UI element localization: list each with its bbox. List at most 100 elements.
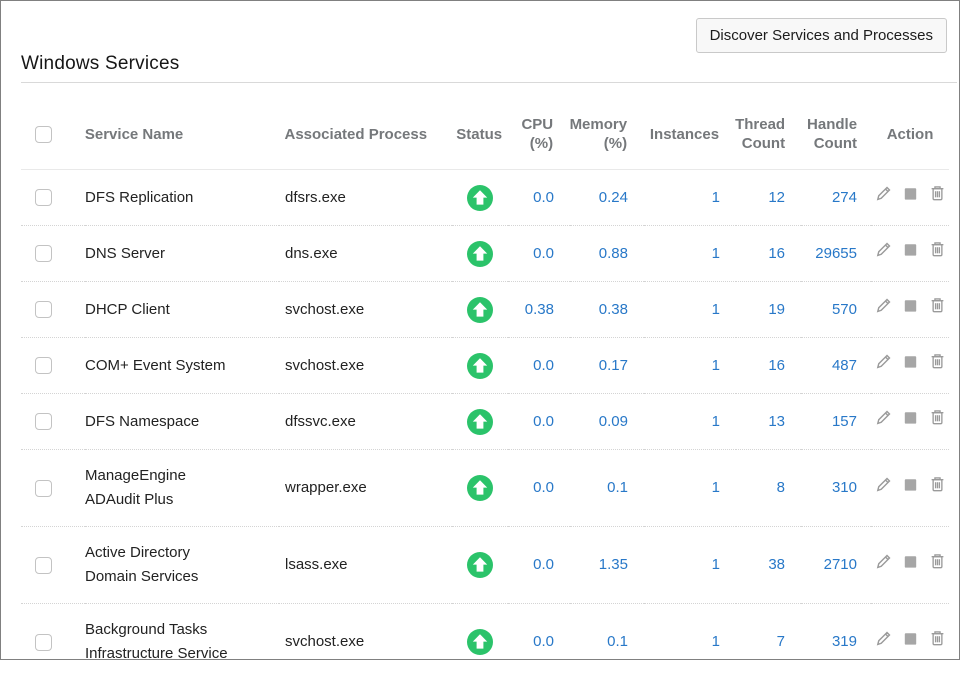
memory-value: 0.38 — [570, 282, 644, 338]
status-cell — [452, 527, 508, 604]
handle-count-value: 2710 — [801, 527, 871, 604]
status-cell — [452, 170, 508, 226]
handle-count-value: 319 — [801, 604, 871, 680]
row-actions — [874, 475, 947, 494]
status-up-arrow-icon — [467, 185, 493, 211]
associated-process-cell: lsass.exe — [279, 527, 452, 604]
status-cell — [452, 450, 508, 527]
cpu-value: 0.0 — [508, 338, 570, 394]
thread-count-value: 13 — [736, 394, 801, 450]
delete-trash-icon[interactable] — [928, 184, 947, 203]
handle-count-value: 487 — [801, 338, 871, 394]
table-row: DNS Server dns.exe 0.0 0.88 1 16 29655 — [21, 226, 949, 282]
memory-value: 0.09 — [570, 394, 644, 450]
select-all-checkbox[interactable] — [35, 126, 52, 143]
row-checkbox[interactable] — [35, 301, 52, 318]
page-title: Windows Services — [21, 53, 179, 75]
edit-pencil-icon[interactable] — [874, 240, 893, 259]
handle-count-value: 29655 — [801, 226, 871, 282]
table-row: DHCP Client svchost.exe 0.38 0.38 1 19 5… — [21, 282, 949, 338]
cpu-value: 0.0 — [508, 527, 570, 604]
thread-count-value: 16 — [736, 338, 801, 394]
column-header-associated-process: Associated Process — [279, 99, 452, 170]
instances-value: 1 — [644, 226, 736, 282]
table-row: COM+ Event System svchost.exe 0.0 0.17 1… — [21, 338, 949, 394]
service-name-cell: ManageEngine ADAudit Plus — [85, 450, 279, 527]
row-checkbox[interactable] — [35, 189, 52, 206]
delete-trash-icon[interactable] — [928, 408, 947, 427]
row-checkbox[interactable] — [35, 245, 52, 262]
cpu-value: 0.38 — [508, 282, 570, 338]
row-checkbox[interactable] — [35, 357, 52, 374]
handle-count-value: 570 — [801, 282, 871, 338]
stop-square-icon[interactable] — [901, 408, 920, 427]
status-up-arrow-icon — [467, 552, 493, 578]
column-header-cpu: CPU (%) — [507, 99, 569, 170]
associated-process-cell: dfssvc.exe — [279, 394, 452, 450]
stop-square-icon[interactable] — [901, 240, 920, 259]
instances-value: 1 — [644, 282, 736, 338]
status-up-arrow-icon — [467, 409, 493, 435]
stop-square-icon[interactable] — [901, 552, 920, 571]
row-checkbox[interactable] — [35, 413, 52, 430]
stop-square-icon[interactable] — [901, 296, 920, 315]
memory-value: 0.24 — [570, 170, 644, 226]
handle-count-value: 310 — [801, 450, 871, 527]
row-checkbox[interactable] — [35, 480, 52, 497]
associated-process-cell: svchost.exe — [279, 604, 452, 680]
stop-square-icon[interactable] — [901, 475, 920, 494]
column-header-thread-count: Thread Count — [735, 99, 801, 170]
instances-value: 1 — [644, 338, 736, 394]
edit-pencil-icon[interactable] — [874, 352, 893, 371]
service-name-cell: DNS Server — [85, 226, 279, 282]
delete-trash-icon[interactable] — [928, 475, 947, 494]
row-actions — [874, 552, 947, 571]
delete-trash-icon[interactable] — [928, 240, 947, 259]
cpu-value: 0.0 — [508, 450, 570, 527]
delete-trash-icon[interactable] — [928, 296, 947, 315]
associated-process-cell: svchost.exe — [279, 282, 452, 338]
service-name-cell: DFS Replication — [85, 170, 279, 226]
status-up-arrow-icon — [467, 241, 493, 267]
table-body: DFS Replication dfsrs.exe 0.0 0.24 1 12 … — [21, 170, 949, 680]
edit-pencil-icon[interactable] — [874, 408, 893, 427]
service-name-cell: DHCP Client — [85, 282, 279, 338]
discover-services-button[interactable]: Discover Services and Processes — [696, 18, 947, 53]
cpu-value: 0.0 — [508, 604, 570, 680]
status-up-arrow-icon — [467, 629, 493, 655]
column-header-service-name: Service Name — [85, 99, 279, 170]
instances-value: 1 — [644, 394, 736, 450]
edit-pencil-icon[interactable] — [874, 629, 893, 648]
edit-pencil-icon[interactable] — [874, 184, 893, 203]
handle-count-value: 157 — [801, 394, 871, 450]
instances-value: 1 — [644, 450, 736, 527]
associated-process-cell: dfsrs.exe — [279, 170, 452, 226]
status-up-arrow-icon — [467, 353, 493, 379]
memory-value: 0.1 — [570, 604, 644, 680]
row-actions — [874, 240, 947, 259]
stop-square-icon[interactable] — [901, 352, 920, 371]
row-checkbox[interactable] — [35, 557, 52, 574]
edit-pencil-icon[interactable] — [874, 296, 893, 315]
table-row: DFS Replication dfsrs.exe 0.0 0.24 1 12 … — [21, 170, 949, 226]
delete-trash-icon[interactable] — [928, 552, 947, 571]
stop-square-icon[interactable] — [901, 629, 920, 648]
edit-pencil-icon[interactable] — [874, 552, 893, 571]
status-up-arrow-icon — [467, 297, 493, 323]
row-checkbox[interactable] — [35, 634, 52, 651]
service-name-cell: DFS Namespace — [85, 394, 279, 450]
table-row: ManageEngine ADAudit Plus wrapper.exe 0.… — [21, 450, 949, 527]
table-row: Active Directory Domain Services lsass.e… — [21, 527, 949, 604]
cpu-value: 0.0 — [508, 394, 570, 450]
memory-value: 0.17 — [570, 338, 644, 394]
cpu-value: 0.0 — [508, 226, 570, 282]
table-header: Service Name Associated Process Status C… — [21, 99, 949, 170]
stop-square-icon[interactable] — [901, 184, 920, 203]
status-cell — [452, 282, 508, 338]
row-actions — [874, 184, 947, 203]
edit-pencil-icon[interactable] — [874, 475, 893, 494]
memory-value: 0.1 — [570, 450, 644, 527]
delete-trash-icon[interactable] — [928, 352, 947, 371]
windows-services-page: { "header": { "title": "Windows Services… — [0, 0, 960, 660]
delete-trash-icon[interactable] — [928, 629, 947, 648]
